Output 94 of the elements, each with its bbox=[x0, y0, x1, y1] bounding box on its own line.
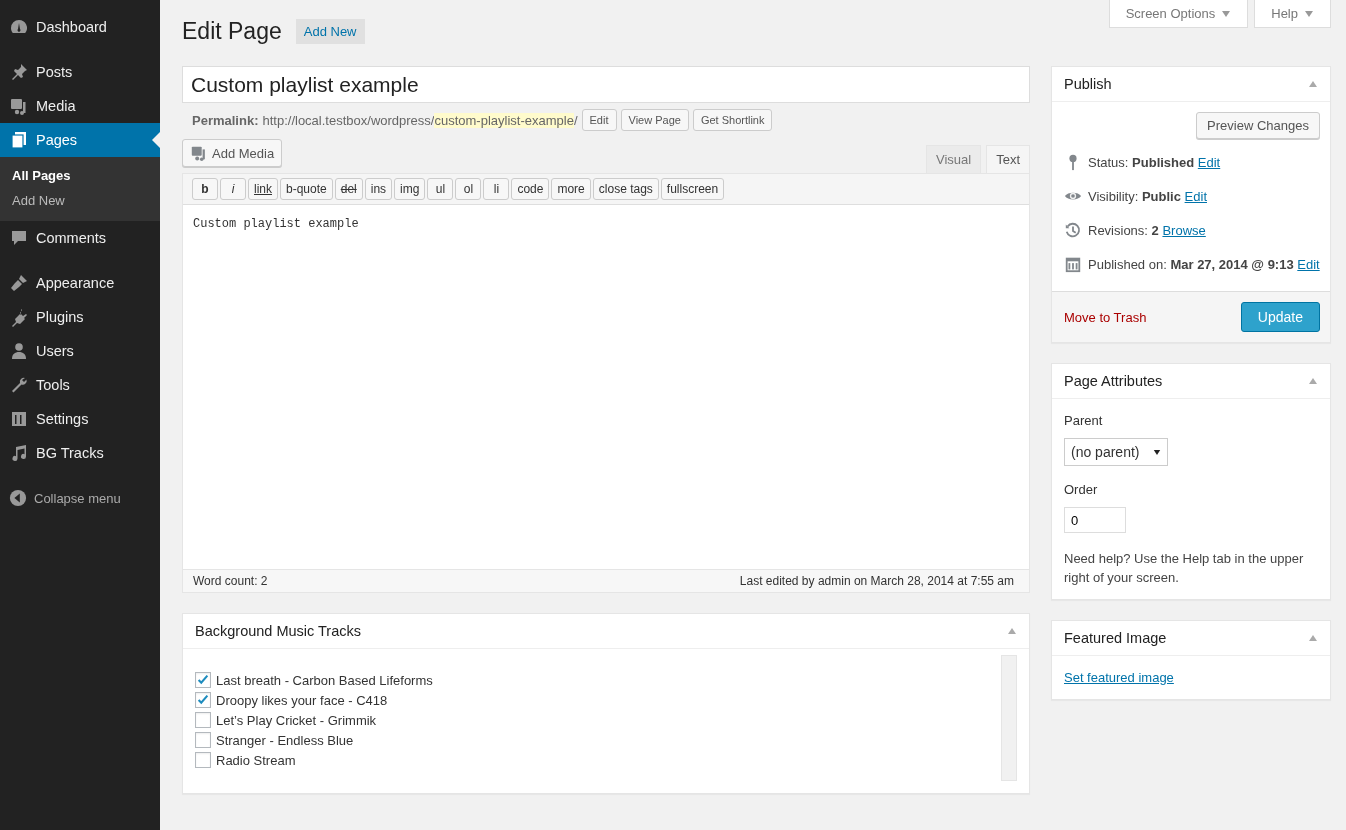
menu-item[interactable]: Tools bbox=[0, 368, 160, 402]
user-icon bbox=[9, 341, 29, 361]
format-button[interactable]: ol bbox=[455, 178, 482, 200]
format-button[interactable]: ins bbox=[364, 178, 393, 200]
collapse-arrow-icon[interactable] bbox=[1308, 377, 1318, 385]
scrollbar[interactable] bbox=[1001, 655, 1017, 781]
panel-title: Page Attributes bbox=[1064, 373, 1163, 389]
edit-link[interactable]: Browse bbox=[1162, 222, 1206, 238]
page-heading: Edit Page bbox=[182, 18, 282, 45]
set-featured-image-link[interactable]: Set featured image bbox=[1064, 670, 1174, 685]
track-label: Last breath - Carbon Based Lifeforms bbox=[216, 672, 433, 688]
format-button[interactable]: fullscreen bbox=[660, 178, 725, 200]
menu-item[interactable]: BG Tracks bbox=[0, 436, 160, 470]
order-field[interactable]: 0 bbox=[1064, 507, 1126, 533]
editor-tab[interactable]: Visual bbox=[925, 145, 982, 173]
media-icon bbox=[9, 96, 29, 116]
panel-title: Featured Image bbox=[1064, 630, 1167, 646]
media-icon bbox=[190, 144, 208, 162]
permalink-url: http://local.testbox/wordpress/ bbox=[262, 112, 435, 128]
track-label: Let’s Play Cricket - Grimmik bbox=[216, 712, 377, 728]
track-label: Stranger - Endless Blue bbox=[216, 732, 354, 748]
menu-item[interactable]: Dashboard bbox=[0, 10, 160, 44]
collapse-arrow-icon[interactable] bbox=[1308, 634, 1318, 642]
menu-item[interactable]: Media bbox=[0, 89, 160, 123]
format-button[interactable]: i bbox=[220, 178, 246, 200]
checkbox[interactable] bbox=[195, 672, 211, 688]
help-text: Need help? Use the Help tab in the upper right of your screen. bbox=[1064, 550, 1305, 587]
dropdown-arrow-icon bbox=[1304, 9, 1314, 18]
add-new-button[interactable]: Add New bbox=[295, 19, 365, 44]
pages-icon bbox=[9, 130, 29, 150]
format-button[interactable]: close tags bbox=[592, 178, 659, 200]
track-label: Radio Stream bbox=[216, 752, 296, 768]
dropdown-arrow-icon bbox=[1153, 448, 1162, 456]
format-button[interactable]: more bbox=[551, 178, 591, 200]
format-button[interactable]: b bbox=[192, 178, 218, 200]
preview-changes-button[interactable]: Preview Changes bbox=[1196, 112, 1320, 139]
checkbox[interactable] bbox=[195, 732, 211, 748]
paintbrush-icon bbox=[9, 273, 29, 293]
parent-select[interactable]: (no parent) bbox=[1064, 438, 1169, 466]
title-field[interactable]: Custom playlist example bbox=[182, 66, 1030, 103]
edit-link[interactable]: Edit bbox=[1297, 256, 1320, 272]
publish-info-text: Status: Published Edit bbox=[1088, 154, 1221, 170]
edit-link[interactable]: Edit bbox=[1184, 188, 1207, 204]
format-button[interactable]: li bbox=[483, 178, 510, 200]
format-button[interactable]: img bbox=[394, 178, 426, 200]
permalink-button[interactable]: Get Shortlink bbox=[692, 109, 773, 131]
format-button[interactable]: ul bbox=[427, 178, 454, 200]
format-button[interactable]: link bbox=[248, 178, 278, 200]
history-icon bbox=[1064, 221, 1082, 239]
order-label: Order bbox=[1064, 482, 1099, 497]
submenu-item[interactable]: Add New bbox=[0, 188, 160, 213]
checkbox[interactable] bbox=[195, 752, 211, 768]
menu-item[interactable]: Settings bbox=[0, 402, 160, 436]
checkbox[interactable] bbox=[195, 712, 211, 728]
publish-info-text: Published on: Mar 27, 2014 @ 9:13 Edit bbox=[1088, 256, 1320, 272]
permalink-button[interactable]: Edit bbox=[581, 109, 617, 131]
calendar-icon bbox=[1064, 255, 1082, 273]
panel-title: Publish bbox=[1064, 76, 1112, 92]
publish-info-text: Visibility: Public Edit bbox=[1088, 188, 1207, 204]
permalink-button[interactable]: View Page bbox=[620, 109, 689, 131]
screen-meta-tab[interactable]: Screen Options bbox=[1108, 0, 1249, 28]
menu-item[interactable]: Appearance bbox=[0, 266, 160, 300]
menu-item[interactable]: Plugins bbox=[0, 300, 160, 334]
last-edited-text: Last edited by admin on March 28, 2014 at 7:55 am bbox=[739, 574, 1014, 588]
checkbox[interactable] bbox=[195, 692, 211, 708]
text-editor[interactable]: Custom playlist example bbox=[183, 205, 1029, 569]
move-to-trash-link[interactable]: Move to Trash bbox=[1064, 309, 1147, 325]
add-media-button[interactable]: Add Media bbox=[182, 139, 283, 167]
format-button[interactable]: del bbox=[334, 178, 363, 200]
permalink-slug[interactable]: custom-playlist-example bbox=[434, 112, 574, 128]
permalink-slash: / bbox=[573, 112, 578, 128]
parent-label: Parent bbox=[1064, 413, 1104, 428]
edit-link[interactable]: Edit bbox=[1197, 154, 1221, 170]
screen-meta-tab[interactable]: Help bbox=[1254, 0, 1331, 28]
panel-title: Background Music Tracks bbox=[195, 623, 361, 639]
speech-bubble-icon bbox=[9, 228, 29, 248]
track-label: Droopy likes your face - C418 bbox=[216, 692, 388, 708]
format-button[interactable]: code bbox=[511, 178, 550, 200]
permalink-label: Permalink: bbox=[192, 112, 259, 128]
menu-item[interactable]: Users bbox=[0, 334, 160, 368]
sliders-icon bbox=[9, 409, 29, 429]
format-button[interactable]: b-quote bbox=[280, 178, 333, 200]
collapse-arrow-icon[interactable] bbox=[1007, 627, 1017, 635]
menu-item[interactable]: Pages bbox=[0, 123, 160, 157]
word-count: Word count: 2 bbox=[193, 574, 268, 588]
menu-item[interactable]: Comments bbox=[0, 221, 160, 255]
collapse-menu-button[interactable]: Collapse menu bbox=[0, 481, 160, 515]
publish-info-text: Revisions: 2 Browse bbox=[1088, 222, 1206, 238]
menu-item[interactable]: Posts bbox=[0, 55, 160, 89]
music-note-icon bbox=[9, 443, 29, 463]
submenu-item[interactable]: All Pages bbox=[0, 163, 160, 188]
editor-tab[interactable]: Text bbox=[986, 145, 1030, 173]
collapse-arrow-icon[interactable] bbox=[1308, 80, 1318, 88]
dropdown-arrow-icon bbox=[1221, 9, 1232, 18]
